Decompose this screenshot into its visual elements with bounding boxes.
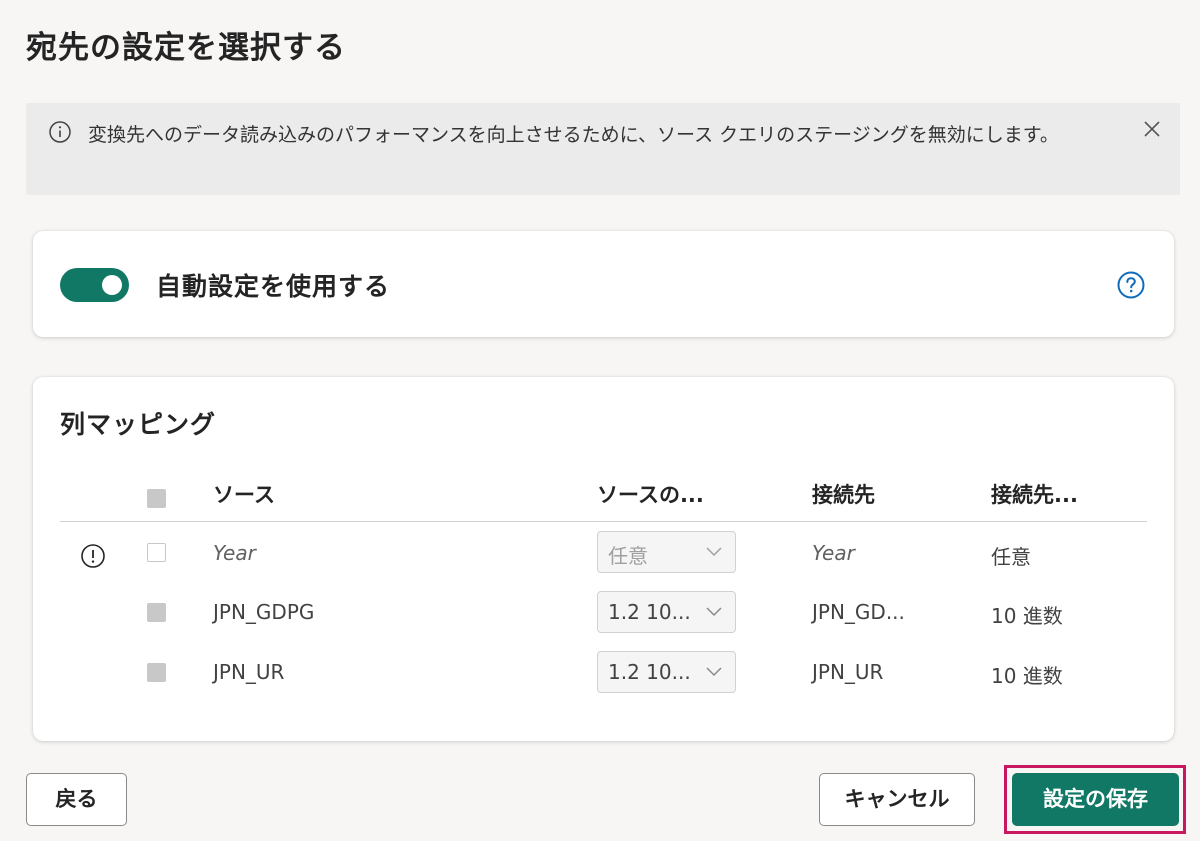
auto-settings-toggle[interactable] xyxy=(60,268,129,302)
auto-settings-card: 自動設定を使用する xyxy=(33,231,1174,337)
row-source-name: JPN_UR xyxy=(213,660,285,684)
header-destination-type[interactable]: 接続先... xyxy=(991,479,1078,509)
source-type-value: 任意 xyxy=(608,544,648,568)
select-all-checkbox[interactable] xyxy=(147,489,166,508)
row-checkbox-jpn-gdpg[interactable] xyxy=(147,603,166,622)
row-destination-type: 10 進数 xyxy=(991,664,1063,688)
row-destination-type: 任意 xyxy=(991,545,1031,569)
cancel-button[interactable]: キャンセル xyxy=(819,773,975,826)
row-source-name: JPN_GDPG xyxy=(213,600,315,624)
chevron-down-icon xyxy=(706,607,722,617)
row-checkbox-jpn-ur[interactable] xyxy=(147,663,166,682)
column-mapping-card: 列マッピング ソース ソースの... 接続先 接続先... Year 任意 Ye… xyxy=(33,377,1174,741)
row-source-name: Year xyxy=(213,541,256,565)
header-divider xyxy=(60,521,1147,522)
header-destination: 接続先 xyxy=(812,483,875,507)
warning-icon xyxy=(81,544,105,568)
source-type-value: 1.2 10... xyxy=(608,600,691,624)
info-banner: 変換先へのデータ読み込みのパフォーマンスを向上させるために、ソース クエリのステ… xyxy=(26,103,1180,195)
chevron-down-icon xyxy=(706,547,722,557)
row-destination-name: JPN_UR xyxy=(812,660,884,684)
banner-message: 変換先へのデータ読み込みのパフォーマンスを向上させるために、ソース クエリのステ… xyxy=(88,124,1059,146)
source-type-value: 1.2 10... xyxy=(608,660,691,684)
chevron-down-icon xyxy=(706,667,722,677)
row-checkbox-year[interactable] xyxy=(147,543,166,562)
info-icon xyxy=(49,121,71,143)
source-type-select[interactable]: 任意 xyxy=(597,531,736,573)
auto-settings-label: 自動設定を使用する xyxy=(156,272,391,301)
toggle-knob xyxy=(102,275,122,295)
page-title: 宛先の設定を選択する xyxy=(26,30,346,66)
save-settings-button[interactable]: 設定の保存 xyxy=(1012,773,1179,826)
close-icon[interactable] xyxy=(1138,115,1166,143)
help-question-icon[interactable] xyxy=(1116,270,1146,300)
header-source-type[interactable]: ソースの... xyxy=(597,479,704,509)
back-button[interactable]: 戻る xyxy=(26,773,127,826)
source-type-select[interactable]: 1.2 10... xyxy=(597,591,736,633)
column-mapping-title: 列マッピング xyxy=(60,410,217,439)
row-destination-name: JPN_GD... xyxy=(812,600,905,624)
row-destination-name: Year xyxy=(812,541,855,565)
row-destination-type: 10 進数 xyxy=(991,604,1063,628)
source-type-select[interactable]: 1.2 10... xyxy=(597,651,736,693)
destination-settings-dialog: 宛先の設定を選択する 変換先へのデータ読み込みのパフォーマンスを向上させるために… xyxy=(0,0,1200,841)
header-source: ソース xyxy=(213,483,275,507)
